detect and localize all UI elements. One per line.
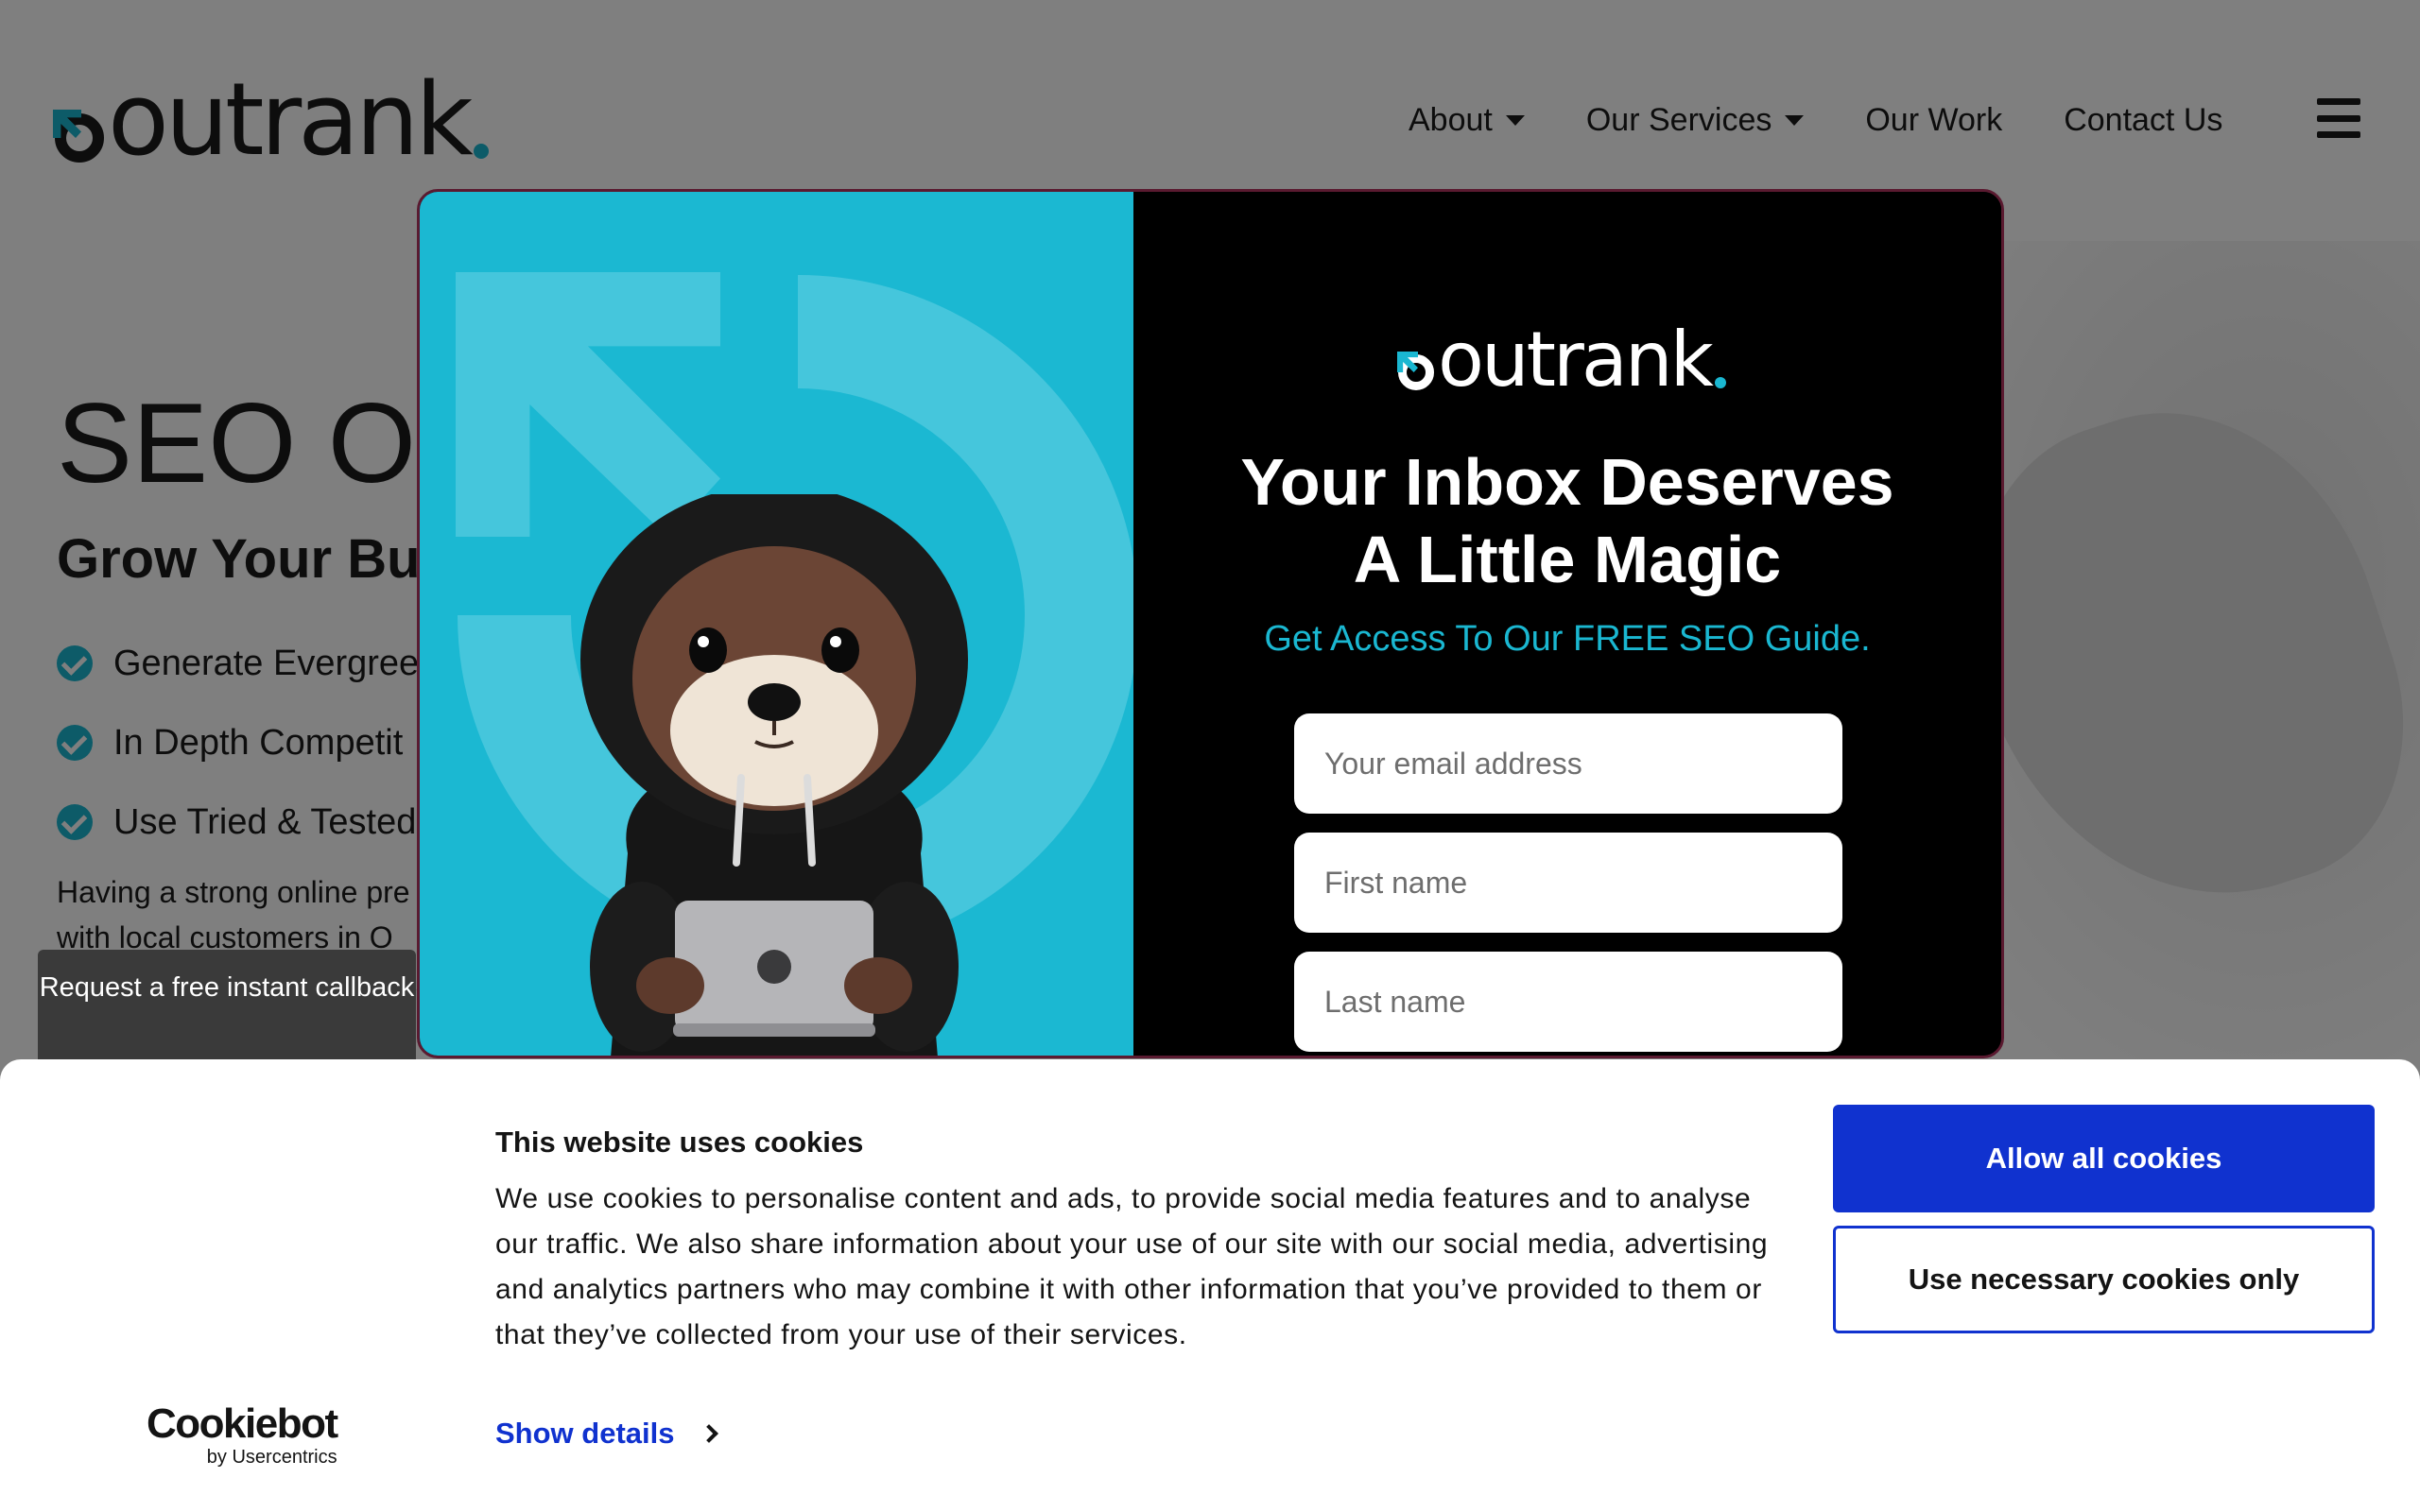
cookiebot-by: by Usercentrics (206, 1447, 337, 1468)
show-details-label: Show details (495, 1417, 675, 1450)
popup-title-line-2: A Little Magic (1353, 523, 1782, 596)
cookie-title: This website uses cookies (495, 1125, 864, 1159)
logo-dot (1714, 377, 1726, 388)
first-name-field[interactable] (1294, 833, 1842, 933)
newsletter-popup: outrank Your Inbox Deserves A Little Mag… (417, 189, 2004, 1058)
popup-title: Your Inbox Deserves A Little Magic (1133, 443, 2001, 598)
popup-title-line-1: Your Inbox Deserves (1240, 445, 1894, 519)
cookiebot-brand: Cookiebot (147, 1400, 338, 1447)
callback-button[interactable]: Request a free instant callback (38, 950, 416, 1063)
logo-mark-icon (1397, 352, 1434, 390)
popup-form-panel: outrank Your Inbox Deserves A Little Mag… (1133, 192, 2001, 1056)
popup-logo-text: outrank (1438, 316, 1714, 404)
popup-subtitle: Get Access To Our FREE SEO Guide. (1264, 619, 1871, 659)
cookie-body-text: We use cookies to personalise content an… (495, 1183, 1769, 1350)
chevron-right-icon (700, 1424, 719, 1443)
popup-logo: outrank (1397, 316, 1726, 404)
otter-mascot-image (580, 494, 968, 1056)
cookie-banner: Cookiebot by Usercentrics This website u… (0, 1059, 2420, 1512)
email-field[interactable] (1294, 713, 1842, 814)
last-name-field[interactable] (1294, 952, 1842, 1052)
necessary-cookies-only-button[interactable]: Use necessary cookies only (1833, 1226, 2375, 1333)
popup-image-panel (420, 192, 1133, 1056)
show-details-link[interactable]: Show details (495, 1417, 719, 1451)
allow-all-cookies-button[interactable]: Allow all cookies (1833, 1105, 2375, 1212)
cookiebot-logo[interactable]: Cookiebot by Usercentrics (147, 1400, 338, 1469)
